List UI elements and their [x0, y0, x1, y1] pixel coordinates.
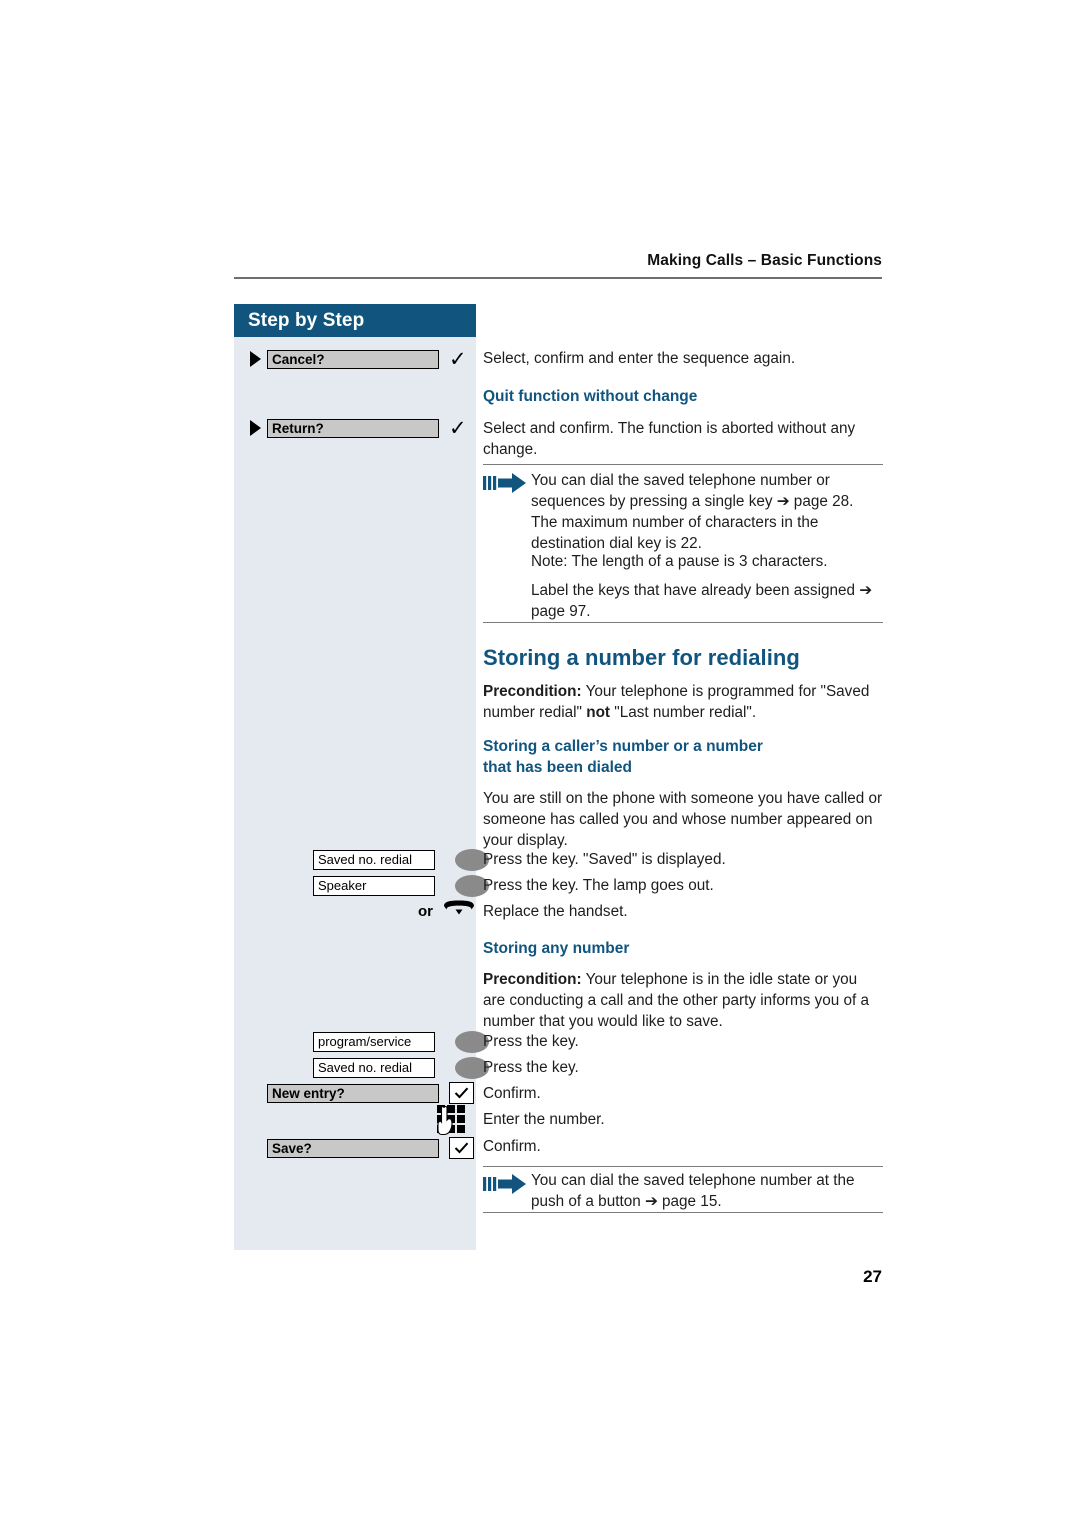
- step-text-press-key-1: Press the key.: [483, 1033, 579, 1050]
- key-label-speaker[interactable]: Speaker: [313, 876, 435, 896]
- note-2-text: You can dial the saved telephone number …: [531, 1172, 855, 1210]
- handset-on-hook-icon: [442, 900, 476, 923]
- header-divider: [234, 277, 882, 279]
- phone-key-program-service[interactable]: program/service: [313, 1031, 489, 1053]
- precondition-text-b: "Last number redial".: [610, 704, 757, 721]
- text-quit-function: Select and confirm. The function is abor…: [483, 420, 856, 458]
- note-1-paragraph-1: You can dial the saved telephone number …: [531, 472, 854, 552]
- note-arrow-icon: [483, 1173, 527, 1200]
- step-text-replace-handset: Replace the handset.: [483, 903, 628, 920]
- precondition-label: Precondition:: [483, 683, 582, 700]
- softkey-label-save[interactable]: Save?: [267, 1138, 439, 1158]
- section-heading-storing-redial: Storing a number for redialing: [483, 645, 800, 670]
- triangle-bullet-icon: [250, 420, 261, 436]
- boxed-check-icon: [449, 1082, 474, 1104]
- check-icon: ✓: [449, 416, 467, 440]
- text-still-on-phone: You are still on the phone with someone …: [483, 790, 883, 849]
- sidebar-title: Step by Step: [234, 304, 476, 337]
- step-text-press-key-lamp: Press the key. The lamp goes out.: [483, 877, 714, 894]
- running-header-title: Making Calls – Basic Functions: [647, 252, 882, 269]
- softkey-row-save[interactable]: Save?: [267, 1137, 474, 1159]
- precondition-paragraph-2: Precondition: Your telephone is in the i…: [483, 969, 883, 1032]
- precondition-paragraph-1: Precondition: Your telephone is programm…: [483, 681, 883, 723]
- or-handset-row: or: [418, 900, 476, 923]
- key-label-saved-no-redial[interactable]: Saved no. redial: [313, 850, 435, 870]
- text-select-confirm-sequence: Select, confirm and enter the sequence a…: [483, 350, 796, 367]
- note-divider-bottom: [483, 622, 883, 624]
- key-label-saved-no-redial[interactable]: Saved no. redial: [313, 1058, 435, 1078]
- page-number: 27: [863, 1267, 882, 1286]
- softkey-label-return[interactable]: Return?: [267, 418, 439, 438]
- heading-storing-any-number: Storing any number: [483, 940, 630, 957]
- softkey-label-new-entry[interactable]: New entry?: [267, 1083, 439, 1103]
- or-label: or: [418, 903, 433, 920]
- boxed-check-icon: [449, 1137, 474, 1159]
- step-text-press-key-saved: Press the key. "Saved" is displayed.: [483, 851, 726, 868]
- manual-page: Making Calls – Basic Functions Step by S…: [0, 0, 1080, 1528]
- phone-key-speaker[interactable]: Speaker: [313, 875, 489, 897]
- triangle-bullet-icon: [250, 351, 261, 367]
- note-divider-top: [483, 464, 883, 466]
- softkey-row-return[interactable]: Return? ✓: [250, 417, 467, 439]
- note-1-paragraph-3: Label the keys that have already been as…: [531, 582, 873, 620]
- softkey-row-new-entry[interactable]: New entry?: [267, 1082, 474, 1104]
- softkey-label-cancel[interactable]: Cancel?: [267, 349, 439, 369]
- phone-key-saved-no-redial[interactable]: Saved no. redial: [313, 849, 489, 871]
- heading-storing-caller-line2: that has been dialed: [483, 759, 633, 776]
- note-1-paragraph-2: Note: The length of a pause is 3 charact…: [531, 553, 828, 570]
- heading-storing-caller-line1: Storing a caller’s number or a number: [483, 738, 763, 755]
- check-icon: ✓: [449, 347, 467, 371]
- heading-quit-function: Quit function without change: [483, 388, 698, 405]
- step-text-enter-number: Enter the number.: [483, 1111, 605, 1128]
- precondition-emphasis-not: not: [586, 704, 611, 721]
- key-label-program-service[interactable]: program/service: [313, 1032, 435, 1052]
- phone-key-saved-no-redial-2[interactable]: Saved no. redial: [313, 1057, 489, 1079]
- note-2-divider-bottom: [483, 1212, 883, 1214]
- step-text-confirm-2: Confirm.: [483, 1138, 541, 1155]
- precondition-label: Precondition:: [483, 971, 582, 988]
- note-2-divider-top: [483, 1166, 883, 1168]
- step-text-confirm-1: Confirm.: [483, 1085, 541, 1102]
- step-text-press-key-2: Press the key.: [483, 1059, 579, 1076]
- softkey-row-cancel[interactable]: Cancel? ✓: [250, 348, 467, 370]
- note-arrow-icon: [483, 472, 527, 499]
